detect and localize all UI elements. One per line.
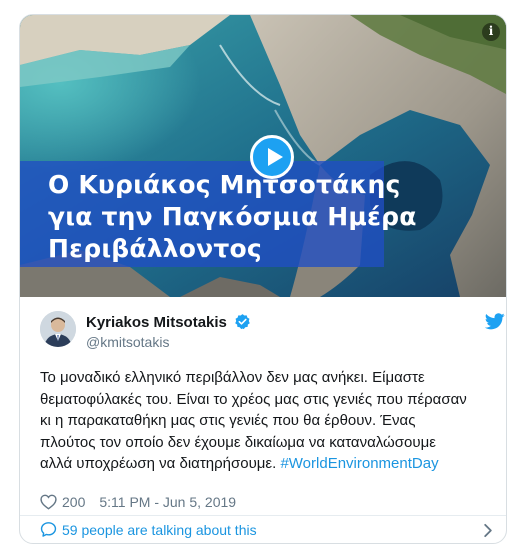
video-caption-line-2: για την Παγκόσμια Ημέρα [48,202,417,231]
tweet-timestamp[interactable]: 5:11 PM - Jun 5, 2019 [99,494,236,510]
avatar[interactable] [40,311,76,347]
comment-icon [40,522,57,537]
author-name-block: Kyriakos Mitsotakis @kmitsotakis [86,313,251,350]
heart-icon[interactable] [40,494,57,510]
play-button[interactable] [250,135,294,179]
chevron-right-icon [484,523,492,538]
conversation-label: 59 people are talking about this [62,522,257,538]
info-icon: i [488,24,494,38]
avatar-image [40,311,76,347]
tweet-meta-row: 200 5:11 PM - Jun 5, 2019 [40,493,236,511]
author-row: Kyriakos Mitsotakis @kmitsotakis [40,311,505,351]
verified-badge-icon [235,314,251,330]
embedded-tweet-card: Ο Κυριάκος Μητσοτάκης για την Παγκόσμια … [19,14,507,544]
video-thumbnail[interactable]: Ο Κυριάκος Μητσοτάκης για την Παγκόσμια … [20,15,506,297]
author-handle[interactable]: @kmitsotakis [86,334,251,350]
hashtag-link[interactable]: #WorldEnvironmentDay [280,455,438,472]
conversation-link[interactable]: 59 people are talking about this [20,516,506,543]
like-count: 200 [62,494,86,510]
tweet-text: Το μοναδικό ελληνικό περιβάλλον δεν μας … [40,367,490,475]
play-icon [268,148,283,166]
author-display-name[interactable]: Kyriakos Mitsotakis [86,314,227,331]
video-caption-line-3: Περιβάλλοντος [48,234,262,263]
twitter-logo-icon[interactable] [485,313,505,330]
video-caption-line-1: Ο Κυριάκος Μητσοτάκης [48,170,401,199]
info-button[interactable]: i [482,23,500,41]
